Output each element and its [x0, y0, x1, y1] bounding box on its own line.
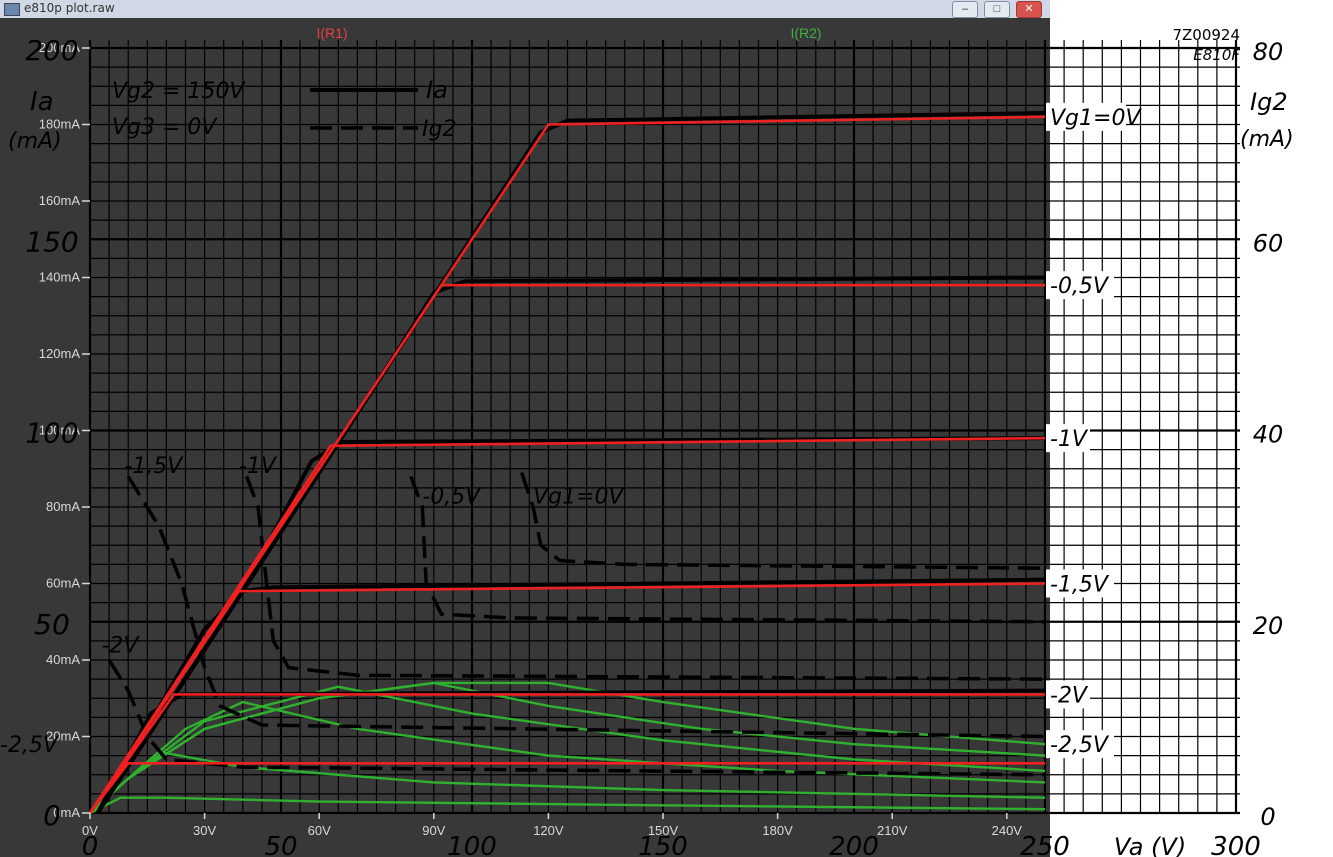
ia-curve-label: -2,5V — [1050, 733, 1110, 758]
ig2-curve-label: -2,5V — [0, 733, 60, 758]
y-tick-label: 140mA — [39, 270, 81, 285]
bottom-va-tick-label: 250 — [1020, 832, 1070, 857]
right-axis-title: Ig2 — [1250, 88, 1288, 116]
trace-header-r1: I(R1) — [316, 25, 347, 41]
trace-header-r2: I(R2) — [790, 25, 821, 41]
y-tick-label: 160mA — [39, 193, 81, 208]
plot-chart: 0mA20mA40mA60mA80mA100mA120mA140mA160mA1… — [0, 18, 1333, 857]
bottom-va-tick-label: 0 — [82, 832, 99, 857]
left-ia-tick-label: 200 — [25, 34, 78, 67]
x-axis-title: Va (V) — [1114, 833, 1186, 857]
left-ia-tick-label: 50 — [34, 608, 70, 641]
x-tick-label: 60V — [308, 823, 331, 838]
right-ig2-tick-label: 0 — [1260, 803, 1275, 831]
ia-curve-label: -1V — [1050, 427, 1089, 452]
bottom-va-tick-label: 200 — [829, 832, 879, 857]
ia-curve-label: -1,5V — [1050, 573, 1110, 598]
y-tick-label: 40mA — [46, 652, 80, 667]
ig2-curve-label: Vg1=0V — [533, 485, 625, 510]
y-tick-label: 60mA — [46, 576, 80, 591]
right-axis-unit: (mA) — [1240, 127, 1294, 152]
right-ig2-tick-label: 40 — [1253, 421, 1284, 449]
vg2-label: Vg2 = 150V — [112, 79, 246, 104]
ig2-curve-label: -1,5V — [124, 454, 184, 479]
x-tick-label: 180V — [762, 823, 793, 838]
legend-ia-label: Ia — [426, 76, 448, 104]
y-tick-label: 80mA — [46, 499, 80, 514]
x-tick-label: 240V — [992, 823, 1023, 838]
left-axis-title: Ia — [30, 87, 54, 117]
left-axis-unit: (mA) — [8, 129, 62, 154]
bottom-va-tick-label: 150 — [638, 832, 688, 857]
ia-curve-label: -0,5V — [1050, 274, 1110, 299]
ia-curve-label: -2V — [1050, 683, 1089, 708]
left-ia-tick-label: 0 — [43, 799, 61, 832]
right-ig2-tick-label: 60 — [1253, 229, 1284, 257]
x-tick-label: 30V — [193, 823, 216, 838]
right-ig2-tick-label: 20 — [1253, 612, 1284, 640]
ia-curve-label: Vg1=0V — [1050, 106, 1142, 131]
left-ia-tick-label: 100 — [25, 417, 78, 450]
ig2-curve-label: -2V — [101, 634, 140, 659]
vg3-label: Vg3 = 0V — [112, 115, 218, 140]
ig2-curve-label: -1V — [239, 454, 278, 479]
x-tick-label: 120V — [533, 823, 564, 838]
bottom-va-tick-label: 100 — [447, 832, 497, 857]
datasheet-tube: E810F — [1193, 46, 1240, 64]
bottom-va-tick-label: 300 — [1211, 832, 1261, 857]
ig2-curve-label: -0,5V — [422, 485, 482, 510]
datasheet-code: 7Z00924 — [1172, 26, 1240, 44]
right-ig2-tick-label: 80 — [1253, 38, 1284, 66]
legend-ig2-label: Ig2 — [422, 117, 456, 142]
x-tick-label: 90V — [422, 823, 445, 838]
y-tick-label: 120mA — [39, 346, 81, 361]
x-tick-label: 210V — [877, 823, 908, 838]
left-ia-tick-label: 150 — [25, 225, 78, 258]
bottom-va-tick-label: 50 — [264, 832, 297, 857]
